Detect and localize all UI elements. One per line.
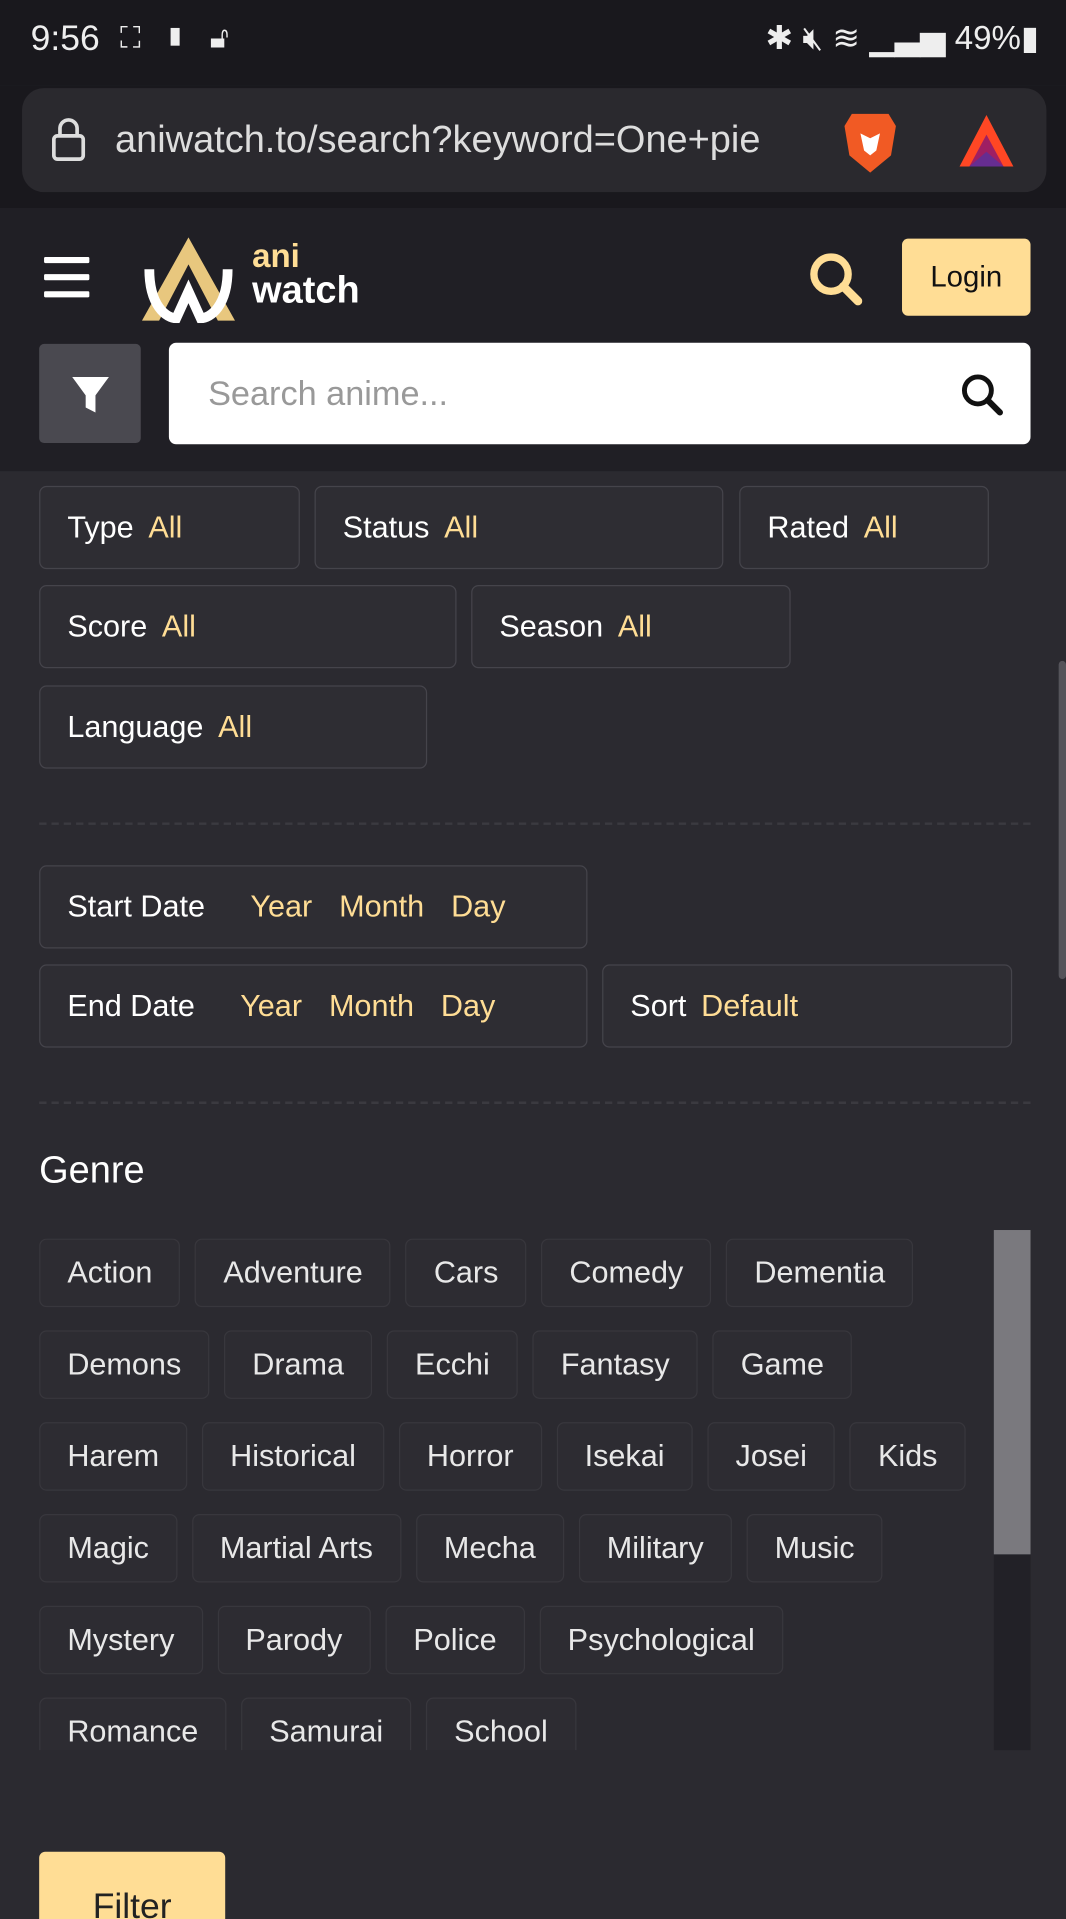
genre-chip[interactable]: Military (578, 1513, 732, 1583)
sort-filter[interactable]: Sort Default (602, 964, 1013, 1048)
genre-chip[interactable]: Historical (201, 1422, 385, 1491)
filter-value: All (161, 608, 196, 644)
filter-label: Start Date (67, 889, 206, 924)
genre-heading: Genre (39, 1148, 145, 1191)
genre-chip[interactable]: Demons (39, 1330, 210, 1399)
genre-chip[interactable]: Harem (39, 1422, 188, 1491)
filter-label: Season (499, 608, 604, 644)
status-filter[interactable]: Status All (314, 485, 724, 570)
filter-label: Status (342, 509, 430, 545)
signal-icon: ▁▃▅ (869, 19, 946, 57)
genre-chip[interactable]: Adventure (195, 1238, 391, 1308)
genre-chip[interactable]: Martial Arts (191, 1513, 402, 1583)
battery-text: 49% (954, 19, 1021, 57)
end-year-select[interactable]: Year (240, 988, 302, 1023)
genre-chip[interactable]: Romance (39, 1697, 227, 1751)
start-day-select[interactable]: Day (451, 889, 505, 924)
battery-icon: ▮ (1020, 19, 1040, 57)
genre-chip[interactable]: Isekai (556, 1422, 693, 1491)
url-text[interactable]: aniwatch.to/search?keyword=One+pie (115, 117, 815, 161)
filter-submit-button[interactable]: Filter (39, 1851, 226, 1919)
rated-filter[interactable]: Rated All (739, 485, 989, 570)
genre-chip[interactable]: Music (746, 1513, 883, 1583)
genre-chip[interactable]: Parody (217, 1605, 371, 1675)
lock-icon (52, 118, 86, 161)
filter-label: Type (67, 509, 134, 545)
season-filter[interactable]: Season All (471, 585, 791, 669)
filter-value: All (218, 709, 253, 744)
genre-chip[interactable]: Police (385, 1605, 525, 1675)
start-date-filter: Start Date Year Month Day (39, 865, 588, 949)
wifi-icon: ≋ (832, 19, 861, 57)
search-icon[interactable] (808, 251, 864, 307)
genre-chip[interactable]: Samurai (241, 1697, 412, 1751)
genre-list: Action Adventure Cars Comedy Dementia Demons D… (39, 1238, 981, 1751)
genre-chip[interactable]: School (426, 1697, 576, 1751)
type-filter[interactable]: Type All (39, 485, 300, 570)
genre-chip[interactable]: Ecchi (386, 1330, 519, 1399)
end-month-select[interactable]: Month (329, 988, 414, 1023)
filter-label: End Date (67, 988, 195, 1023)
logo-text-bottom: watch (252, 268, 360, 311)
search-box (168, 342, 1031, 445)
status-bar: 9:56 ⛶ ▮ 🔓︎ ✱ 🔇︎ ≋ ▁▃▅ 49%▮ (0, 0, 1066, 86)
genre-chip[interactable]: Mystery (39, 1605, 203, 1675)
filter-value: All (148, 509, 183, 545)
bluetooth-icon: ✱ (765, 19, 794, 57)
score-filter[interactable]: Score All (39, 585, 457, 669)
genre-chip[interactable]: Mecha (415, 1513, 564, 1583)
brave-shields-icon[interactable] (842, 109, 898, 175)
end-date-filter: End Date Year Month Day (39, 964, 588, 1048)
genre-scrollbar[interactable] (993, 1230, 1031, 1751)
filter-label: Sort (630, 988, 687, 1023)
start-year-select[interactable]: Year (250, 889, 312, 924)
brave-rewards-icon[interactable] (957, 113, 1016, 169)
filter-value: Default (701, 988, 799, 1023)
genre-chip[interactable]: Dementia (726, 1238, 914, 1308)
language-filter[interactable]: Language All (39, 685, 428, 769)
filter-label: Rated (767, 509, 850, 545)
genre-chip[interactable]: Horror (398, 1422, 542, 1491)
genre-chip[interactable]: Action (39, 1238, 181, 1308)
filter-value: All (617, 608, 652, 644)
search-input[interactable] (205, 364, 945, 424)
filter-icon (72, 376, 109, 413)
page-scrollbar[interactable] (1058, 660, 1066, 980)
genre-chip[interactable]: Drama (224, 1330, 373, 1399)
genre-chip[interactable]: Psychological (539, 1605, 783, 1675)
login-button[interactable]: Login (902, 238, 1031, 316)
scrollbar-thumb[interactable] (993, 1230, 1031, 1555)
address-bar[interactable]: aniwatch.to/search?keyword=One+pie (22, 88, 1047, 193)
genre-chip[interactable]: Kids (849, 1422, 966, 1491)
filter-value: All (863, 509, 898, 545)
filter-toggle-button[interactable] (39, 343, 141, 444)
genre-chip[interactable]: Comedy (541, 1238, 712, 1308)
logo-mark (141, 237, 235, 324)
mute-icon: 🔇︎ (802, 19, 824, 57)
logo[interactable]: ani watch (137, 235, 394, 324)
logo-text-top: ani (252, 237, 300, 275)
start-month-select[interactable]: Month (339, 889, 424, 924)
divider (39, 822, 1031, 825)
filter-label: Score (67, 608, 148, 644)
filter-label: Language (67, 709, 204, 744)
genre-chip[interactable]: Fantasy (532, 1330, 698, 1399)
search-submit-icon[interactable] (960, 372, 1004, 416)
filter-value: All (444, 509, 479, 545)
notification-icons: ⛶ ▮ 🔓︎ (119, 22, 237, 56)
genre-chip[interactable]: Cars (405, 1238, 527, 1308)
divider (39, 1101, 1031, 1104)
clock: 9:56 (30, 19, 100, 59)
browser-toolbar: aniwatch.to/search?keyword=One+pie (0, 85, 1066, 209)
genre-chip[interactable]: Game (712, 1330, 853, 1399)
end-day-select[interactable]: Day (441, 988, 495, 1023)
genre-chip[interactable]: Josei (707, 1422, 836, 1491)
menu-icon[interactable] (44, 257, 90, 298)
genre-chip[interactable]: Magic (39, 1513, 178, 1583)
site-header: ani watch Login (0, 208, 1066, 472)
